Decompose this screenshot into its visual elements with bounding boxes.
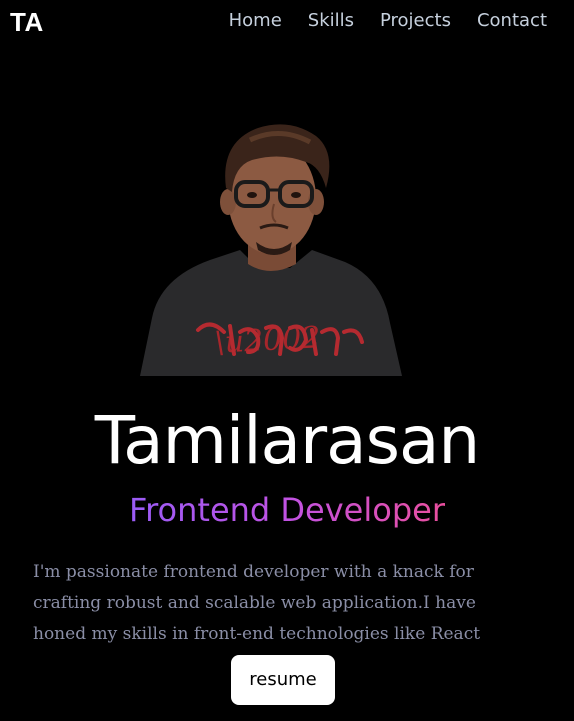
hero-name: Tamilarasan [94,402,480,479]
profile-eye-right [291,192,301,198]
profile-eye-left [247,192,257,198]
portfolio-page: TA Home Skills Projects Contact \u2002 T… [0,0,574,721]
main-nav: Home Skills Projects Contact [203,8,547,34]
nav-projects-link[interactable]: Projects [380,8,451,34]
hero-role: Frontend Developer [0,489,574,531]
site-logo[interactable]: TA [10,6,44,38]
nav-home-link[interactable]: Home [229,8,282,34]
hero-role-text: Frontend Developer [129,491,445,529]
resume-button[interactable]: resume [231,655,335,705]
profile-ear-left [220,189,236,215]
nav-contact-link[interactable]: Contact [477,8,547,34]
hero-bio: I'm passionate frontend developer with a… [33,562,481,644]
profile-photo: \u2002 [140,124,402,376]
nav-skills-link[interactable]: Skills [308,8,354,34]
